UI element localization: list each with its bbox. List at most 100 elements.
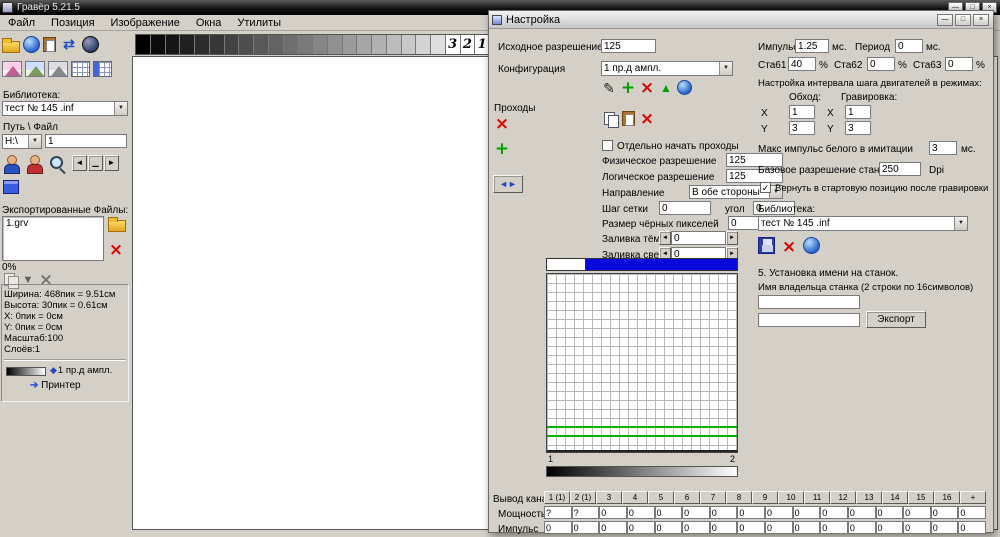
dialog-maximize-button[interactable]: □ — [955, 14, 971, 26]
y-engraving-field[interactable] — [845, 121, 871, 135]
menu-item[interactable]: Позиция — [43, 16, 103, 30]
channel-button[interactable]: 13 — [856, 491, 882, 504]
chevron-down-icon[interactable]: ▼ — [28, 135, 41, 148]
x-engraving-field[interactable] — [845, 105, 871, 119]
base-resolution-field[interactable] — [879, 162, 921, 176]
pulse-field[interactable] — [903, 521, 931, 534]
channel-button[interactable]: 3 — [596, 491, 622, 504]
file-name-field[interactable] — [45, 134, 127, 148]
magnifier-icon[interactable] — [48, 154, 68, 174]
pulse-field[interactable] — [795, 39, 829, 53]
chevron-down-icon[interactable]: ▼ — [114, 102, 127, 115]
pulse-field[interactable] — [820, 521, 848, 534]
copy-pass-icon[interactable] — [602, 111, 618, 127]
dialog-minimize-button[interactable]: — — [937, 14, 953, 26]
channel-button[interactable]: 1 (1) — [544, 491, 570, 504]
person-red-icon[interactable] — [25, 154, 45, 174]
separate-passes-checkbox[interactable] — [602, 140, 613, 151]
delete-pass-icon[interactable] — [494, 116, 510, 132]
channel-button[interactable]: 15 — [908, 491, 934, 504]
open-folder-icon[interactable] — [2, 41, 20, 53]
sta61-field[interactable] — [788, 57, 816, 71]
power-field[interactable] — [682, 506, 710, 519]
next-arrow-button[interactable]: ► — [104, 155, 119, 171]
globe-icon[interactable] — [677, 80, 692, 95]
pulse-field[interactable] — [737, 521, 765, 534]
image-gray-icon[interactable] — [48, 61, 68, 77]
add-pass-icon[interactable] — [494, 141, 510, 157]
menu-item[interactable]: Файл — [0, 16, 43, 30]
channel-button[interactable]: 12 — [830, 491, 856, 504]
channel-button[interactable]: 14 — [882, 491, 908, 504]
channel-button[interactable]: + — [960, 491, 986, 504]
up-arrow-icon[interactable] — [658, 80, 674, 96]
pulse-field[interactable] — [793, 521, 821, 534]
save-library-icon[interactable] — [758, 237, 775, 254]
prev-arrow-button[interactable]: ◄ — [72, 155, 87, 171]
channel-button[interactable]: 6 — [674, 491, 700, 504]
channel-button[interactable]: 9 — [752, 491, 778, 504]
power-field[interactable] — [765, 506, 793, 519]
power-field[interactable] — [655, 506, 683, 519]
return-start-checkbox[interactable]: ✓ — [760, 182, 771, 193]
pulse-field[interactable] — [931, 521, 959, 534]
power-field[interactable] — [737, 506, 765, 519]
x-bypass-field[interactable] — [789, 105, 815, 119]
power-field[interactable] — [544, 506, 572, 519]
channel-button[interactable]: 16 — [934, 491, 960, 504]
export-button[interactable]: Экспорт — [866, 311, 926, 328]
image-blue-icon[interactable] — [25, 61, 45, 77]
power-field[interactable] — [627, 506, 655, 519]
delete-library-icon[interactable] — [779, 237, 799, 257]
add-config-icon[interactable] — [620, 80, 636, 96]
power-field[interactable] — [599, 506, 627, 519]
direction-arrows-button[interactable]: ◄► — [493, 175, 523, 193]
image-pink-icon[interactable] — [2, 61, 22, 77]
browse-folder-icon[interactable] — [108, 220, 126, 232]
rotate-icon[interactable] — [59, 34, 79, 54]
power-field[interactable] — [876, 506, 904, 519]
channel-button[interactable]: 7 — [700, 491, 726, 504]
pulse-field[interactable] — [682, 521, 710, 534]
window-blue-icon[interactable] — [3, 180, 19, 194]
menu-item[interactable]: Изображение — [103, 16, 188, 30]
menu-item[interactable]: Окна — [188, 16, 230, 30]
channel-button[interactable]: 8 — [726, 491, 752, 504]
channel-button[interactable]: 11 — [804, 491, 830, 504]
source-resolution-field[interactable] — [601, 39, 656, 53]
power-field[interactable] — [931, 506, 959, 519]
max-white-pulse-field[interactable] — [929, 141, 957, 155]
power-field[interactable] — [710, 506, 738, 519]
paste-pass-icon[interactable] — [622, 111, 635, 126]
list-item[interactable]: 1.grv — [3, 217, 103, 230]
dialog-close-button[interactable]: × — [973, 14, 989, 26]
pulse-field[interactable] — [765, 521, 793, 534]
pulse-field[interactable] — [627, 521, 655, 534]
power-field[interactable] — [793, 506, 821, 519]
power-field[interactable] — [848, 506, 876, 519]
library-dropdown[interactable]: тест № 145 .inf ▼ — [2, 101, 128, 116]
delete-file-icon[interactable] — [108, 242, 124, 258]
pulse-field[interactable] — [572, 521, 600, 534]
channel-button[interactable]: 10 — [778, 491, 804, 504]
grid-step-field[interactable] — [659, 201, 711, 215]
menu-item[interactable]: Утилиты — [229, 16, 289, 30]
pulse-field[interactable] — [599, 521, 627, 534]
drive-dropdown[interactable]: H:\ ▼ — [2, 134, 42, 149]
pulse-field[interactable] — [655, 521, 683, 534]
dialog-titlebar[interactable]: Настройка — □ × — [489, 11, 993, 29]
pulse-field[interactable] — [848, 521, 876, 534]
edit-icon[interactable] — [601, 80, 617, 96]
export-library-icon[interactable] — [803, 237, 820, 254]
pulse-field[interactable] — [544, 521, 572, 534]
globe-dark-icon[interactable] — [82, 36, 99, 53]
remove-pass-icon[interactable] — [639, 111, 655, 127]
dialog-library-dropdown[interactable]: тест № 145 .inf ▼ — [758, 216, 968, 231]
owner-name-field-2[interactable] — [758, 313, 860, 327]
y-bypass-field[interactable] — [789, 121, 815, 135]
power-field[interactable] — [903, 506, 931, 519]
chevron-down-icon[interactable]: ▼ — [719, 62, 732, 75]
exported-files-list[interactable]: 1.grv — [2, 216, 104, 261]
delete-config-icon[interactable] — [639, 80, 655, 96]
dark-fill-field[interactable] — [671, 231, 726, 245]
